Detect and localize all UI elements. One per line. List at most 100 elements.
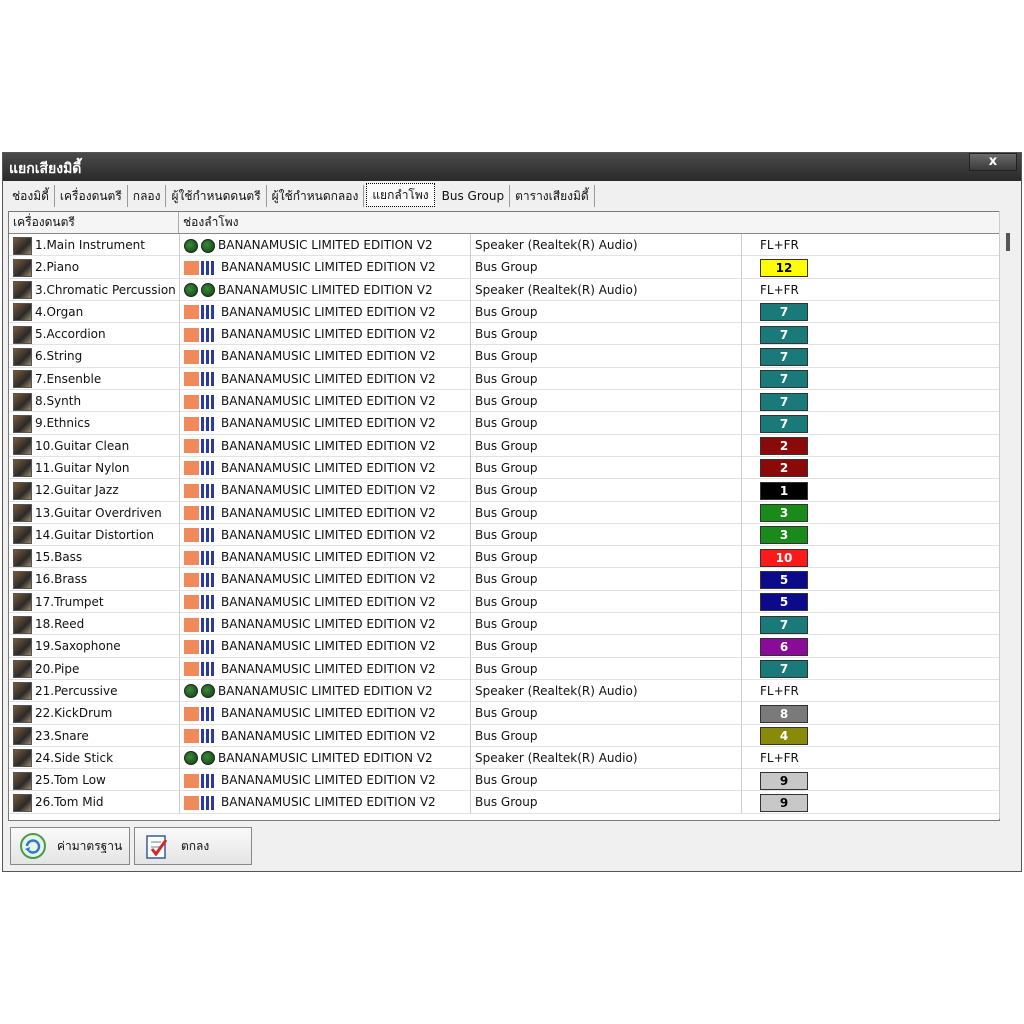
device-cell[interactable]: BANANAMUSIC LIMITED EDITION V2 [179, 367, 474, 390]
output-cell[interactable]: Bus Group [470, 456, 745, 479]
device-cell[interactable]: BANANAMUSIC LIMITED EDITION V2 [179, 679, 474, 702]
channel-cell[interactable]: 10 [741, 546, 999, 569]
output-cell[interactable]: Speaker (Realtek(R) Audio) [470, 679, 745, 702]
channel-cell[interactable]: 5 [741, 568, 999, 591]
bus-channel-badge[interactable]: 4 [760, 727, 808, 746]
table-row[interactable]: 1.Main Instrument BANANAMUSIC LIMITED EDI… [9, 234, 999, 257]
channel-cell[interactable]: 3 [741, 501, 999, 524]
scrollbar-thumb[interactable] [1006, 233, 1010, 251]
device-cell[interactable]: BANANAMUSIC LIMITED EDITION V2 [179, 501, 474, 524]
channel-cell[interactable]: 7 [741, 412, 999, 435]
device-cell[interactable]: BANANAMUSIC LIMITED EDITION V2 [179, 345, 474, 368]
output-cell[interactable]: Speaker (Realtek(R) Audio) [470, 278, 745, 301]
tab-3[interactable]: ผู้ใช้กำหนดดนตรี [166, 185, 267, 207]
output-cell[interactable]: Bus Group [470, 769, 745, 792]
ok-button[interactable]: ตกลง [134, 827, 252, 865]
output-cell[interactable]: Bus Group [470, 657, 745, 680]
bus-channel-badge[interactable]: 2 [760, 437, 808, 456]
output-cell[interactable]: Bus Group [470, 501, 745, 524]
table-row[interactable]: 26.Tom Mid BANANAMUSIC LIMITED EDITION V2… [9, 791, 999, 814]
table-row[interactable]: 22.KickDrum BANANAMUSIC LIMITED EDITION V… [9, 702, 999, 725]
bus-channel-badge[interactable]: 7 [760, 414, 808, 433]
table-row[interactable]: 16.Brass BANANAMUSIC LIMITED EDITION V2 Bu… [9, 568, 999, 591]
tab-0[interactable]: ช่องมิดี้ [7, 185, 55, 207]
output-cell[interactable]: Bus Group [470, 523, 745, 546]
device-cell[interactable]: BANANAMUSIC LIMITED EDITION V2 [179, 390, 474, 413]
output-cell[interactable]: Bus Group [470, 724, 745, 747]
device-cell[interactable]: BANANAMUSIC LIMITED EDITION V2 [179, 791, 474, 814]
table-row[interactable]: 11.Guitar Nylon BANANAMUSIC LIMITED EDITI… [9, 456, 999, 480]
table-row[interactable]: 20.Pipe BANANAMUSIC LIMITED EDITION V2 Bus… [9, 657, 999, 680]
table-row[interactable]: 2.Piano BANANAMUSIC LIMITED EDITION V2 Bus… [9, 256, 999, 279]
table-row[interactable]: 8.Synth BANANAMUSIC LIMITED EDITION V2 Bus… [9, 390, 999, 413]
table-row[interactable]: 6.String BANANAMUSIC LIMITED EDITION V2 Bu… [9, 345, 999, 368]
channel-cell[interactable]: 6 [741, 635, 999, 658]
channel-cell[interactable]: 2 [741, 456, 999, 479]
device-cell[interactable]: BANANAMUSIC LIMITED EDITION V2 [179, 546, 474, 569]
bus-channel-badge[interactable]: 7 [760, 347, 808, 366]
table-row[interactable]: 19.Saxophone BANANAMUSIC LIMITED EDITION … [9, 635, 999, 658]
tab-6[interactable]: Bus Group [437, 185, 511, 207]
default-button[interactable]: ค่ามาตรฐาน [10, 827, 130, 865]
bus-channel-badge[interactable]: 6 [760, 637, 808, 656]
channel-cell[interactable]: 1 [741, 479, 999, 502]
output-cell[interactable]: Bus Group [470, 256, 745, 279]
channel-cell[interactable]: 12 [741, 256, 999, 279]
table-row[interactable]: 21.Percussive BANANAMUSIC LIMITED EDITION… [9, 679, 999, 703]
device-cell[interactable]: BANANAMUSIC LIMITED EDITION V2 [179, 456, 474, 479]
channel-cell[interactable]: 7 [741, 367, 999, 390]
output-cell[interactable]: Speaker (Realtek(R) Audio) [470, 234, 745, 256]
bus-channel-badge[interactable]: 7 [760, 615, 808, 634]
bus-channel-badge[interactable]: 5 [760, 570, 808, 589]
device-cell[interactable]: BANANAMUSIC LIMITED EDITION V2 [179, 434, 474, 457]
table-row[interactable]: 9.Ethnics BANANAMUSIC LIMITED EDITION V2 B… [9, 412, 999, 435]
table-row[interactable]: 14.Guitar Distortion BANANAMUSIC LIMITED … [9, 523, 999, 547]
bus-channel-badge[interactable]: 3 [760, 504, 808, 523]
bus-channel-badge[interactable]: 9 [760, 793, 808, 812]
tab-7[interactable]: ตารางเสียงมิดี้ [510, 185, 595, 207]
channel-cell[interactable]: 7 [741, 323, 999, 346]
bus-channel-badge[interactable]: 12 [760, 258, 808, 277]
channel-cell[interactable]: 7 [741, 390, 999, 413]
channel-cell[interactable]: 9 [741, 791, 999, 814]
bus-channel-badge[interactable]: 7 [760, 660, 808, 679]
table-row[interactable]: 10.Guitar Clean BANANAMUSIC LIMITED EDITI… [9, 434, 999, 457]
table-row[interactable]: 24.Side Stick BANANAMUSIC LIMITED EDITION… [9, 746, 999, 770]
tab-5[interactable]: แยกลำโพง [366, 183, 435, 207]
output-cell[interactable]: Speaker (Realtek(R) Audio) [470, 746, 745, 769]
output-cell[interactable]: Bus Group [470, 479, 745, 502]
bus-channel-badge[interactable]: 1 [760, 481, 808, 500]
bus-channel-badge[interactable]: 2 [760, 459, 808, 478]
channel-cell[interactable]: 3 [741, 523, 999, 546]
device-cell[interactable]: BANANAMUSIC LIMITED EDITION V2 [179, 479, 474, 502]
channel-cell[interactable]: 7 [741, 613, 999, 636]
channel-cell[interactable]: 7 [741, 300, 999, 323]
device-cell[interactable]: BANANAMUSIC LIMITED EDITION V2 [179, 769, 474, 792]
channel-cell[interactable]: 2 [741, 434, 999, 457]
bus-channel-badge[interactable]: 7 [760, 303, 808, 322]
channel-cell[interactable]: 7 [741, 657, 999, 680]
channel-cell[interactable]: FL+FR [741, 746, 999, 769]
device-cell[interactable]: BANANAMUSIC LIMITED EDITION V2 [179, 568, 474, 591]
table-row[interactable]: 17.Trumpet BANANAMUSIC LIMITED EDITION V2… [9, 590, 999, 614]
device-cell[interactable]: BANANAMUSIC LIMITED EDITION V2 [179, 412, 474, 435]
device-cell[interactable]: BANANAMUSIC LIMITED EDITION V2 [179, 300, 474, 323]
bus-channel-badge[interactable]: 7 [760, 325, 808, 344]
output-cell[interactable]: Bus Group [470, 367, 745, 390]
bus-channel-badge[interactable]: 7 [760, 370, 808, 389]
channel-cell[interactable]: 4 [741, 724, 999, 747]
output-cell[interactable]: Bus Group [470, 613, 745, 636]
table-row[interactable]: 15.Bass BANANAMUSIC LIMITED EDITION V2 Bus… [9, 546, 999, 569]
device-cell[interactable]: BANANAMUSIC LIMITED EDITION V2 [179, 523, 474, 546]
output-cell[interactable]: Bus Group [470, 300, 745, 323]
output-cell[interactable]: Bus Group [470, 590, 745, 613]
output-cell[interactable]: Bus Group [470, 323, 745, 346]
table-row[interactable]: 13.Guitar Overdriven BANANAMUSIC LIMITED … [9, 501, 999, 524]
output-cell[interactable]: Bus Group [470, 345, 745, 368]
tab-1[interactable]: เครื่องดนตรี [55, 185, 128, 207]
output-cell[interactable]: Bus Group [470, 546, 745, 569]
table-row[interactable]: 18.Reed BANANAMUSIC LIMITED EDITION V2 Bus… [9, 613, 999, 636]
output-cell[interactable]: Bus Group [470, 434, 745, 457]
table-row[interactable]: 12.Guitar Jazz BANANAMUSIC LIMITED EDITIO… [9, 479, 999, 502]
table-row[interactable]: 3.Chromatic Percussion BANANAMUSIC LIMITE… [9, 278, 999, 301]
